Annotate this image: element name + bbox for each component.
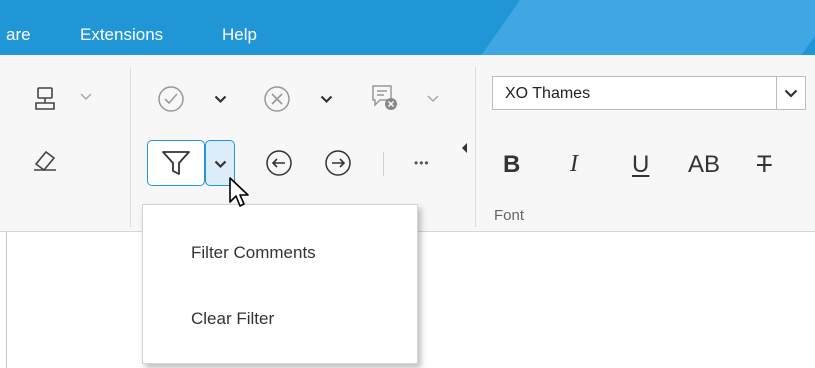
toolbar-divider bbox=[383, 152, 384, 176]
filter-icon bbox=[162, 151, 190, 175]
underline-button[interactable]: U bbox=[632, 151, 649, 179]
eraser-icon[interactable] bbox=[32, 148, 58, 172]
chevron-down-icon[interactable] bbox=[80, 93, 92, 101]
more-options-icon[interactable]: ••• bbox=[414, 156, 430, 170]
filter-dropdown-menu: Filter Comments Clear Filter bbox=[142, 204, 418, 364]
bold-button[interactable]: B bbox=[503, 151, 520, 179]
menu-item-extensions[interactable]: Extensions bbox=[80, 25, 163, 45]
chevron-down-icon[interactable] bbox=[427, 95, 439, 103]
strikethrough-button[interactable]: T bbox=[757, 151, 772, 179]
menu-item-clear-filter[interactable]: Clear Filter bbox=[191, 309, 274, 329]
font-name-select[interactable]: XO Thames bbox=[492, 76, 806, 110]
chevron-down-icon bbox=[784, 89, 798, 98]
chevron-down-icon[interactable] bbox=[214, 95, 227, 104]
menubar-decoration bbox=[481, 0, 815, 55]
previous-comment-icon[interactable] bbox=[265, 149, 293, 177]
all-caps-button[interactable]: AB bbox=[688, 151, 720, 179]
ribbon-separator bbox=[475, 67, 476, 227]
font-group-label: Font bbox=[494, 207, 525, 224]
chevron-down-icon[interactable] bbox=[320, 95, 333, 104]
filter-button[interactable] bbox=[147, 140, 205, 186]
delete-comment-icon[interactable] bbox=[370, 83, 398, 111]
chevron-down-icon bbox=[214, 160, 227, 169]
page-border bbox=[6, 232, 7, 368]
menu-item-help[interactable]: Help bbox=[222, 25, 257, 45]
next-comment-icon[interactable] bbox=[324, 149, 352, 177]
ribbon-separator bbox=[130, 67, 131, 227]
menu-bar: are Extensions Help bbox=[0, 0, 815, 55]
menu-item-share[interactable]: are bbox=[6, 25, 31, 45]
menu-item-filter-comments[interactable]: Filter Comments bbox=[191, 243, 316, 263]
mouse-cursor-icon bbox=[229, 177, 249, 207]
accept-check-icon[interactable] bbox=[157, 85, 185, 113]
italic-button[interactable]: I bbox=[570, 151, 578, 178]
reject-x-icon[interactable] bbox=[263, 85, 291, 113]
font-dropdown-button[interactable] bbox=[776, 77, 805, 109]
collapse-arrow-icon[interactable] bbox=[462, 143, 468, 153]
format-painter-icon[interactable] bbox=[32, 85, 58, 111]
font-name-value: XO Thames bbox=[505, 85, 591, 102]
